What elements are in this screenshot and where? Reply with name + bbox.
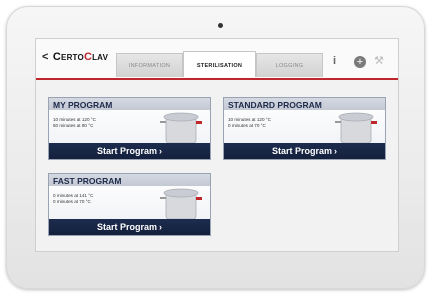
program-card-my[interactable]: MY PROGRAM 10 minutes at 120 °C 60 minut… [48,97,211,160]
chevron-left-icon: < [42,51,49,63]
plus-circle-icon[interactable]: + [354,56,366,68]
start-program-button[interactable]: Start Program › [49,143,210,159]
tab-bar: INFORMATION STERILISATION LOGGING [116,51,323,77]
program-title: STANDARD PROGRAM [228,100,322,110]
program-title: MY PROGRAM [53,100,113,110]
autoclave-pot-icon [160,112,202,144]
tab-logging[interactable]: LOGGING [256,53,323,77]
brand-lav: LAV [92,53,109,62]
program-step-2: 0 minutes at 70 °C [53,199,91,204]
chevron-right-icon: › [334,146,338,156]
autoclave-pot-icon [335,112,377,144]
back-brand-button[interactable]: < CERTOCLAV [42,51,108,63]
chevron-right-icon: › [159,222,163,232]
brand-c: C [52,51,62,63]
wrench-icon[interactable]: ⚒ [374,54,384,67]
autoclave-pot-icon [160,188,202,220]
start-program-button[interactable]: Start Program › [224,143,385,159]
tablet-screen: < CERTOCLAV INFORMATION STERILISATION LO… [35,38,399,252]
program-step-2: 60 minutes at 80 °C [53,123,94,128]
start-program-label: Start Program [271,146,333,156]
info-icon[interactable]: i [333,55,336,67]
brand-c-red: C [83,51,93,63]
program-grid: MY PROGRAM 10 minutes at 120 °C 60 minut… [36,80,398,251]
program-card-standard[interactable]: STANDARD PROGRAM 10 minutes at 120 °C 0 … [223,97,386,160]
brand-erto: ERTO [61,53,84,62]
start-program-label: Start Program [96,222,158,232]
program-step-1: 0 minutes at 141 °C [53,193,94,198]
program-step-1: 10 minutes at 120 °C [228,117,271,122]
start-program-button[interactable]: Start Program › [49,219,210,235]
program-title: FAST PROGRAM [53,176,122,186]
program-card-fast[interactable]: FAST PROGRAM 0 minutes at 141 °C 0 minut… [48,173,211,236]
camera-icon [218,23,223,28]
program-step-1: 10 minutes at 120 °C [53,117,96,122]
tab-sterilisation[interactable]: STERILISATION [183,51,256,77]
program-step-2: 0 minutes at 70 °C [228,123,266,128]
tab-information[interactable]: INFORMATION [116,53,183,77]
start-program-label: Start Program [96,146,158,156]
top-bar: < CERTOCLAV INFORMATION STERILISATION LO… [36,39,398,81]
chevron-right-icon: › [159,146,163,156]
